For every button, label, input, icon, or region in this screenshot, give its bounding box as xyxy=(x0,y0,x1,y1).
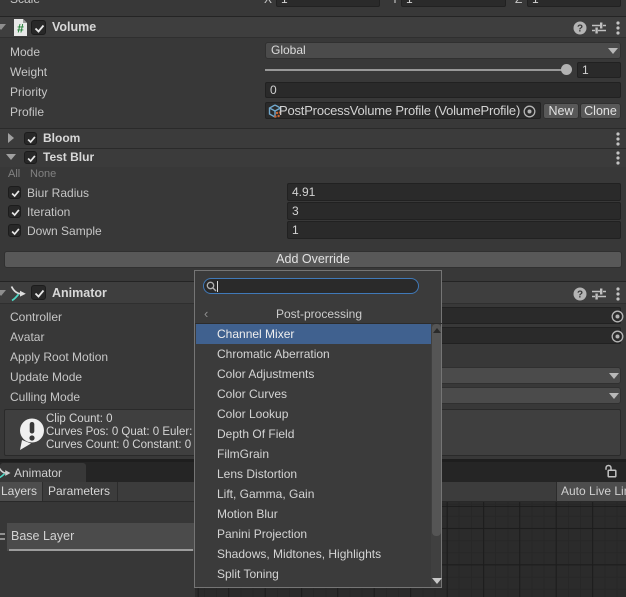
svg-text:?: ? xyxy=(577,290,583,301)
svg-text:?: ? xyxy=(577,24,583,35)
svg-text:#: # xyxy=(17,22,24,36)
